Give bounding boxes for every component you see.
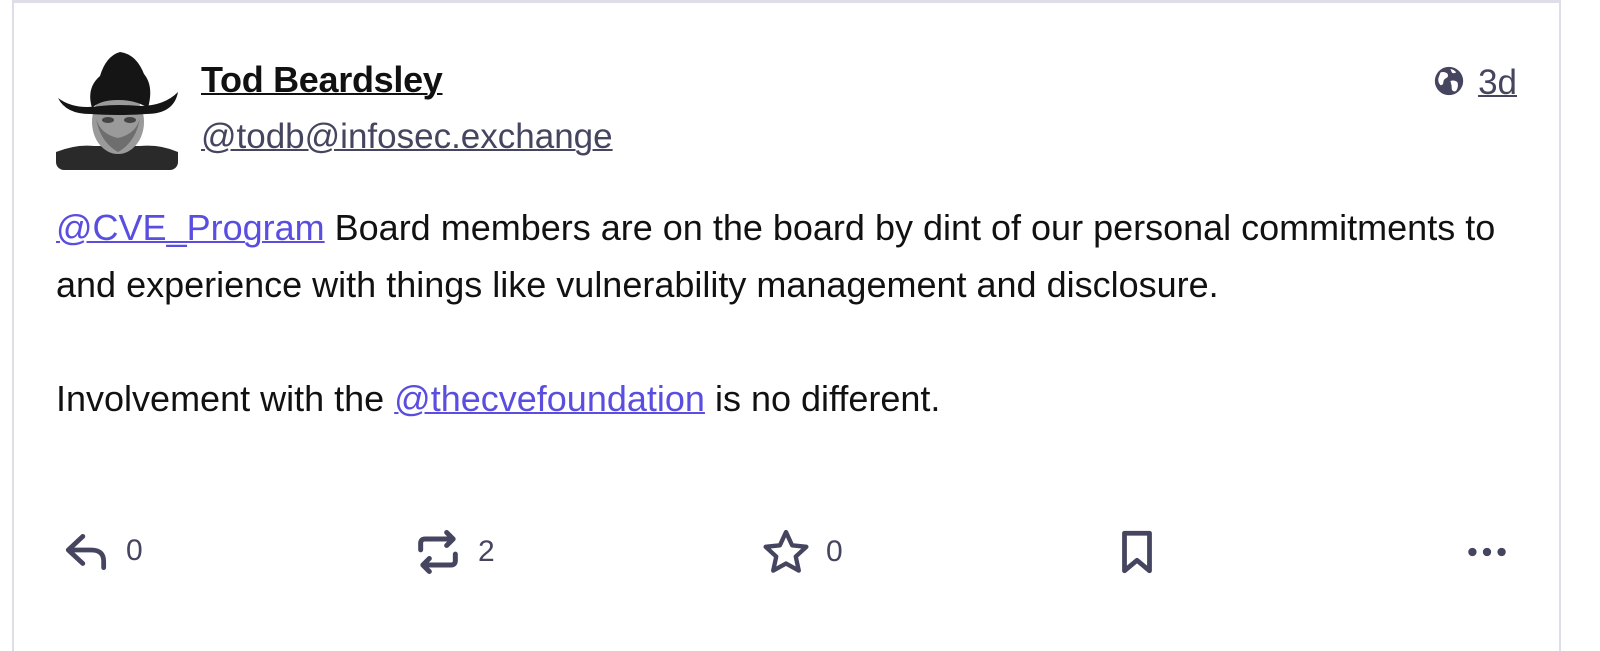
- post-card: Tod Beardsley @todb@infosec.exchange 3d …: [12, 0, 1561, 651]
- post-text: is no different.: [704, 378, 941, 419]
- globe-icon: [1432, 64, 1466, 103]
- favourite-button[interactable]: 0: [760, 526, 843, 578]
- post-paragraph: @CVE_Program Board members are on the bo…: [56, 199, 1496, 313]
- bookmark-button[interactable]: [1112, 526, 1162, 578]
- mention-link[interactable]: @thecvefoundation: [394, 378, 705, 419]
- post-timestamp[interactable]: 3d: [1478, 63, 1517, 103]
- author-name[interactable]: Tod Beardsley: [201, 59, 443, 101]
- boost-count: 2: [478, 535, 495, 568]
- post-actions: 0 2 0: [14, 526, 1559, 586]
- avatar[interactable]: [56, 48, 178, 170]
- reply-icon: [65, 534, 107, 571]
- more-options-button[interactable]: [1462, 526, 1512, 578]
- more-icon: [1468, 547, 1506, 557]
- boost-icon: [418, 530, 458, 574]
- bookmark-icon: [1122, 530, 1152, 574]
- reply-button[interactable]: 0: [62, 526, 143, 576]
- favourite-count: 0: [826, 535, 843, 568]
- boost-button[interactable]: 2: [412, 526, 495, 578]
- star-icon: [763, 529, 809, 573]
- post-meta: 3d: [1432, 63, 1517, 103]
- post-paragraph: Involvement with the @thecvefoundation i…: [56, 370, 1496, 427]
- post-content: @CVE_Program Board members are on the bo…: [56, 199, 1496, 427]
- mention-link[interactable]: @CVE_Program: [56, 207, 325, 248]
- reply-count: 0: [126, 534, 143, 567]
- post-text: Involvement with the: [56, 378, 395, 419]
- author-handle[interactable]: @todb@infosec.exchange: [201, 117, 613, 157]
- avatar-image: [56, 48, 178, 170]
